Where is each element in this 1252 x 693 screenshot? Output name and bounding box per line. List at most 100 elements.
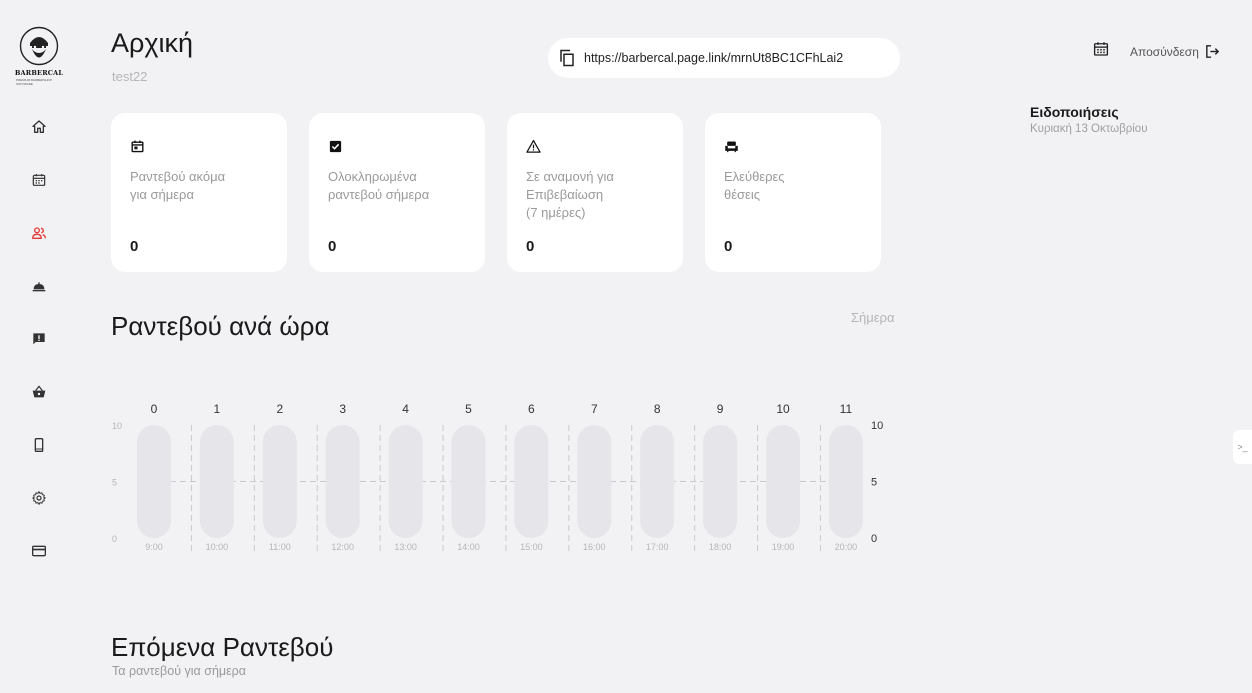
x-tick-label: 18:00 [709,542,732,552]
logout-button[interactable]: Αποσύνδεση [1130,43,1221,60]
appointments-per-hour-chart: 0 0 5 5 10 10 0 9:00 1 10:00 2 11:00 3 12:00 4 13:00 5 14… [112,402,883,552]
bar-index-label: 8 [654,402,661,416]
stat-value: 0 [724,238,733,255]
copy-icon[interactable] [558,49,576,67]
stat-card-free-slots[interactable]: Ελεύθερες θέσεις 0 [705,113,881,272]
logo-text: BARBERCAL [14,69,64,77]
phone-icon [34,437,44,452]
credit-card-icon [32,545,46,556]
bar-track [828,425,863,538]
booking-link-text[interactable]: https://barbercal.page.link/mrnUt8BC1CFh… [584,51,843,65]
calendar-icon [1093,42,1109,56]
bar-index-label: 10 [776,402,790,416]
bar-index-label: 4 [402,402,409,416]
x-tick-label: 14:00 [457,542,480,552]
y-tick-right: 5 [871,477,877,489]
stat-label: Ραντεβού ακόμα για σήμερα [130,169,226,202]
sidebar-item-shop[interactable] [19,365,59,418]
stat-value: 0 [526,238,535,255]
chair-icon [724,139,739,154]
sidebar-item-calendar[interactable] [19,153,59,206]
y-tick-right: 10 [871,420,883,432]
calendar-today-icon [130,139,145,154]
stat-value: 0 [130,238,139,255]
stat-card-completed[interactable]: Ολοκληρωμένα ραντεβού σήμερα 0 [309,113,485,272]
logout-label: Αποσύνδεση [1130,44,1199,59]
x-tick-label: 17:00 [646,542,669,552]
x-tick-label: 12:00 [331,542,354,552]
y-tick-left: 5 [112,478,117,488]
next-appointments-subtitle: Τα ραντεβού για σήμερα [112,664,247,678]
x-tick-label: 15:00 [520,542,543,552]
y-tick-right: 0 [871,533,877,545]
x-tick-label: 19:00 [772,542,795,552]
sidebar-item-home[interactable] [19,100,59,153]
home-icon [32,119,46,133]
notifications-title: Ειδοποιήσεις [1030,104,1119,120]
sidebar-item-feedback[interactable] [19,312,59,365]
top-actions: Αποσύνδεση [1092,40,1221,63]
stat-card-pending[interactable]: Σε αναμονή για Επιβεβαίωση (7 ημέρες) 0 [507,113,683,272]
logout-icon [1206,45,1220,58]
console-tab[interactable]: >_ [1233,430,1252,464]
warning-icon [526,139,541,154]
bar-index-label: 1 [214,402,221,416]
barbercal-logo[interactable]: BARBERCAL PREMIUM BARBERSHOP SOFTWARE [14,26,64,88]
barber-logo-icon [19,26,59,66]
bar-track [766,425,800,538]
bar-index-label: 9 [717,402,724,416]
sidebar-item-mobile[interactable] [19,418,59,471]
users-icon [31,226,46,239]
bar-track [137,425,171,538]
x-tick-label: 10:00 [206,542,229,552]
stat-card-remaining[interactable]: Ραντεβού ακόμα για σήμερα 0 [111,113,287,272]
chart-title: Ραντεβού ανά ώρα [111,311,330,341]
gear-icon [32,490,46,505]
bar-index-label: 2 [276,402,283,416]
bar-track [199,425,234,538]
x-tick-label: 11:00 [269,542,291,552]
feedback-icon [33,332,45,344]
bar-track [577,425,612,538]
stat-label: Ολοκληρωμένα ραντεβού σήμερα [328,169,430,202]
y-tick-left: 0 [112,534,117,544]
logo-subtext: PREMIUM BARBERSHOP SOFTWARE [16,78,52,86]
bar-index-label: 0 [151,402,158,416]
x-tick-label: 16:00 [583,542,606,552]
booking-link-box[interactable]: https://barbercal.page.link/mrnUt8BC1CFh… [548,38,900,78]
calendar-icon [32,173,46,186]
notifications-date: Κυριακή 13 Οκτωβρίου [1030,123,1148,135]
bar-track [640,425,675,538]
sidebar-nav [19,100,59,577]
x-tick-label: 13:00 [394,542,417,552]
sidebar-item-settings[interactable] [19,471,59,524]
bar-track [451,425,486,538]
stat-label: Ελεύθερες θέσεις [724,169,785,202]
calendar-button[interactable] [1092,40,1110,63]
stat-value: 0 [328,238,337,255]
room-service-icon [32,281,46,291]
sidebar-item-users[interactable] [19,206,59,259]
stat-label: Σε αναμονή για Επιβεβαίωση (7 ημέρες) [526,169,614,220]
bar-track [703,425,738,538]
bar-track [514,425,549,538]
bar-index-label: 7 [591,402,598,416]
sidebar-item-services[interactable] [19,259,59,312]
y-tick-left: 10 [112,421,122,431]
x-tick-label: 9:00 [145,542,163,552]
bar-index-label: 6 [528,402,535,416]
bar-track [388,425,423,538]
bar-index-label: 11 [840,402,853,416]
bar-index-label: 3 [339,402,346,416]
bar-track [325,425,360,538]
basket-icon [32,384,46,397]
page-title: Αρχική [111,28,194,58]
next-appointments-title: Επόμενα Ραντεβού [111,632,334,662]
bar-index-label: 5 [465,402,472,416]
console-tab-label: >_ [1237,442,1248,452]
chart-period-selector[interactable]: Σήμερα [851,310,894,325]
x-tick-label: 20:00 [835,542,858,552]
shop-name: test22 [112,69,148,84]
sidebar-item-payments[interactable] [19,524,59,577]
bar-track [262,425,297,538]
